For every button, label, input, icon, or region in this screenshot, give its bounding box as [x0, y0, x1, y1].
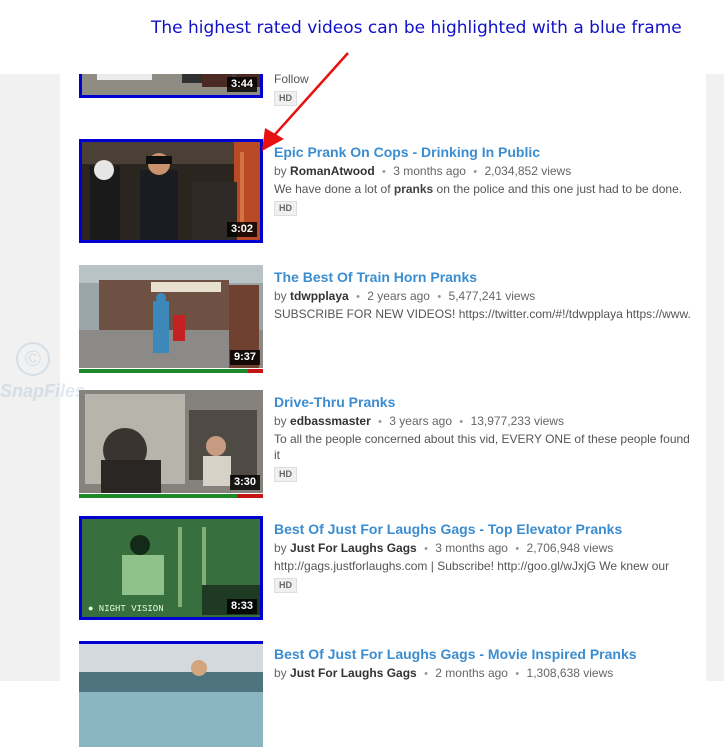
video-title-link[interactable]: Drive-Thru Pranks [274, 393, 699, 411]
copyright-icon: © [16, 342, 50, 376]
hd-badge: HD [274, 91, 297, 106]
video-info: Best Of Just For Laughs Gags - Top Eleva… [274, 520, 699, 593]
video-duration: 3:02 [226, 222, 257, 237]
separator-dot: • [437, 291, 442, 303]
separator-dot: • [459, 416, 464, 428]
by-label: by [274, 414, 287, 428]
channel-link[interactable]: Just For Laughs Gags [290, 666, 417, 680]
rating-likes [79, 494, 238, 498]
video-title-link[interactable]: The Best Of Train Horn Pranks [274, 268, 699, 286]
rating-bar [79, 369, 263, 373]
video-description: SUBSCRIBE FOR NEW VIDEOS! https://twitte… [274, 307, 691, 321]
rating-likes [79, 369, 249, 373]
video-result-4[interactable]: 3:30 Drive-Thru Pranks by edbassmaster •… [79, 390, 699, 500]
by-label: by [274, 666, 287, 680]
video-thumbnail[interactable]: 3:30 [79, 390, 263, 493]
video-thumbnail[interactable] [79, 641, 263, 747]
separator-dot: • [378, 416, 382, 428]
by-label: by [274, 289, 287, 303]
annotation-caption: The highest rated videos can be highligh… [151, 18, 682, 38]
svg-text:● NIGHT VISION: ● NIGHT VISION [88, 604, 164, 614]
rating-dislikes [237, 494, 263, 498]
upload-age: 3 months ago [393, 164, 466, 178]
watermark-text: SnapFiles [0, 381, 86, 401]
video-info: The Best Of Train Horn Pranks by tdwppla… [274, 268, 699, 322]
video-result-2[interactable]: 3:02 Epic Prank On Cops - Drinking In Pu… [79, 139, 699, 250]
video-meta: by RomanAtwood • 3 months ago • 2,034,85… [274, 162, 699, 181]
video-description: To all the people concerned about this v… [274, 432, 690, 462]
left-background [0, 0, 60, 681]
watermark-logo: © SnapFiles [0, 342, 85, 412]
thumbnail-image [79, 644, 263, 747]
video-duration: 9:37 [229, 350, 260, 365]
hd-badge: HD [274, 578, 297, 593]
separator-dot: • [515, 543, 520, 555]
video-meta: by edbassmaster • 3 years ago • 13,977,2… [274, 412, 699, 431]
video-duration: 8:33 [226, 599, 257, 614]
video-result-3[interactable]: 9:37 The Best Of Train Horn Pranks by td… [79, 265, 699, 375]
channel-link[interactable]: edbassmaster [290, 414, 371, 428]
video-description: We have done a lot of pranks on the poli… [274, 181, 699, 197]
video-meta: by Just For Laughs Gags • 2 months ago •… [274, 664, 699, 683]
view-count: 2,706,948 views [526, 541, 614, 555]
video-info: Epic Prank On Cops - Drinking In Public … [274, 143, 699, 216]
view-count: 1,308,638 views [526, 666, 614, 680]
video-thumbnail[interactable]: 3:02 [79, 139, 263, 243]
video-thumbnail[interactable]: ● NIGHT VISION 8:33 [79, 516, 263, 620]
upload-age: 3 years ago [389, 414, 453, 428]
video-title-link[interactable]: Best Of Just For Laughs Gags - Movie Ins… [274, 645, 699, 663]
upload-age: 3 months ago [435, 541, 508, 555]
video-info: Drive-Thru Pranks by edbassmaster • 3 ye… [274, 393, 699, 482]
rating-dislikes [248, 369, 263, 373]
description-text: We have done a lot of [274, 182, 394, 196]
separator-dot: • [515, 668, 520, 680]
separator-dot: • [473, 166, 478, 178]
right-background [706, 0, 724, 681]
video-duration: 3:30 [229, 475, 260, 490]
hd-badge: HD [274, 201, 297, 216]
video-duration: 3:44 [226, 77, 257, 92]
separator-dot: • [424, 668, 428, 680]
view-count: 5,477,241 views [448, 289, 536, 303]
by-label: by [274, 164, 287, 178]
rating-bar [79, 494, 263, 498]
view-count: 13,977,233 views [470, 414, 564, 428]
channel-link[interactable]: tdwpplaya [290, 289, 349, 303]
separator-dot: • [356, 291, 360, 303]
channel-link[interactable]: Just For Laughs Gags [290, 541, 417, 555]
video-meta: by Just For Laughs Gags • 3 months ago •… [274, 539, 699, 558]
view-count: 2,034,852 views [484, 164, 572, 178]
video-meta: by tdwpplaya • 2 years ago • 5,477,241 v… [274, 287, 699, 306]
upload-age: 2 years ago [367, 289, 430, 303]
video-thumbnail[interactable]: 9:37 [79, 265, 263, 368]
video-title-link[interactable]: Epic Prank On Cops - Drinking In Public [274, 143, 699, 161]
video-info: Follow HD [274, 71, 699, 106]
annotation-header: The highest rated videos can be highligh… [0, 0, 724, 74]
video-result-6[interactable]: Best Of Just For Laughs Gags - Movie Ins… [79, 641, 699, 752]
separator-dot: • [382, 166, 386, 178]
channel-link[interactable]: RomanAtwood [290, 164, 375, 178]
description-text: on the police and this one just had to b… [433, 182, 683, 196]
video-description: http://gags.justforlaughs.com | Subscrib… [274, 559, 670, 573]
hd-badge: HD [274, 467, 297, 482]
by-label: by [274, 541, 287, 555]
description-keyword: pranks [393, 182, 434, 196]
upload-age: 2 months ago [435, 666, 508, 680]
video-result-5[interactable]: ● NIGHT VISION 8:33 Best Of Just For Lau… [79, 516, 699, 627]
video-title-link[interactable]: Best Of Just For Laughs Gags - Top Eleva… [274, 520, 699, 538]
separator-dot: • [424, 543, 428, 555]
video-info: Best Of Just For Laughs Gags - Movie Ins… [274, 645, 699, 683]
